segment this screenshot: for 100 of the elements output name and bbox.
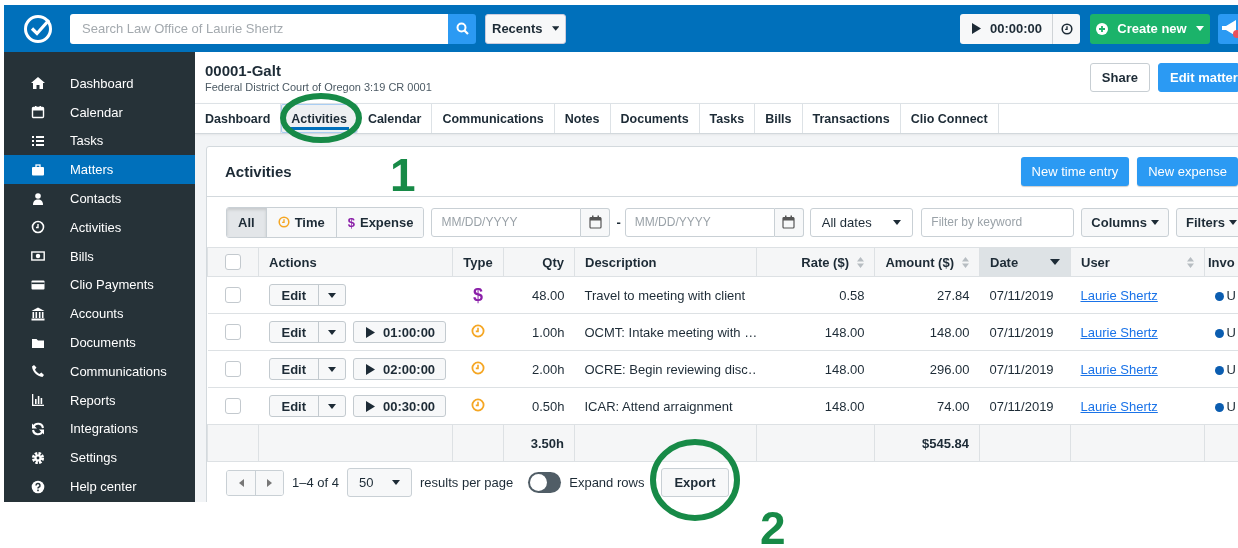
refresh-icon [31, 421, 45, 436]
column-header: Qty [542, 254, 564, 270]
filter-tab[interactable]: $ Expense [336, 207, 424, 237]
clock-icon [277, 216, 290, 228]
tab[interactable]: Tasks [699, 104, 756, 133]
clock-icon [31, 220, 45, 235]
sidebar-item[interactable]: Bills [4, 241, 195, 271]
share-button[interactable]: Share [1089, 63, 1150, 92]
tab[interactable]: Documents [610, 104, 700, 133]
sidebar-item[interactable]: Accounts [4, 299, 195, 329]
column-header: Rate ($) [801, 254, 849, 270]
announcements-button[interactable] [1218, 13, 1238, 44]
caret-icon [328, 329, 337, 335]
user-link[interactable]: Laurie Shertz [1080, 398, 1158, 414]
caret-icon [551, 26, 559, 31]
recents-button[interactable]: Recents [485, 13, 566, 44]
sort-descending-icon [1050, 259, 1060, 265]
sidebar-item[interactable]: Calendar [4, 97, 195, 127]
tab[interactable]: Transactions [802, 104, 901, 133]
logo-icon [23, 13, 53, 44]
clock-icon [471, 323, 485, 338]
column-header: Description [585, 254, 657, 270]
sidebar-item[interactable]: Integrations [4, 414, 195, 444]
tab[interactable]: Clio Connect [900, 104, 999, 133]
status-dot [1214, 402, 1224, 412]
per-page-label: results per page [420, 475, 514, 490]
checkbox[interactable] [225, 398, 241, 415]
page-range: 1–4 of 4 [292, 475, 339, 490]
table-cell: 1.00h [503, 313, 575, 351]
calendar-button[interactable] [774, 207, 804, 237]
calendar-button[interactable] [581, 207, 611, 237]
table-cell: 27.84 [874, 276, 980, 314]
banknote-icon [31, 249, 45, 264]
timer-button[interactable]: 02:00:00 [353, 358, 447, 380]
caret-icon [328, 292, 337, 298]
filter-tab[interactable]: Time [266, 207, 337, 237]
plus-circle-icon [1096, 22, 1109, 35]
play-icon [366, 326, 376, 338]
per-page-select[interactable]: 50 [347, 468, 412, 497]
checkbox[interactable] [225, 254, 241, 271]
tab[interactable]: Communications [432, 104, 555, 133]
date-field[interactable]: MM/DD/YYYY [624, 207, 775, 237]
sidebar-item[interactable]: Settings [4, 443, 195, 473]
sidebar-item[interactable]: Communications [4, 356, 195, 386]
tab[interactable]: Notes [554, 104, 611, 133]
user-link[interactable]: Laurie Shertz [1080, 324, 1158, 340]
sidebar-item[interactable]: Tasks [4, 126, 195, 156]
phone-icon [31, 364, 45, 379]
next-page-button[interactable] [255, 470, 283, 495]
checkbox[interactable] [225, 287, 241, 304]
column-header: Date [990, 254, 1019, 270]
table-cell: Travel to meeting with client [574, 276, 757, 314]
caret-icon [893, 219, 902, 225]
timer-button[interactable]: 00:30:00 [353, 395, 447, 417]
matter-title: 00001-Galt [205, 62, 282, 79]
table-cell: OCMT: Intake meeting with … [574, 313, 757, 351]
tab[interactable]: Bills [755, 104, 803, 133]
columns-button[interactable]: Columns [1081, 207, 1169, 237]
checkbox[interactable] [225, 361, 241, 378]
sidebar-item[interactable]: Reports [4, 385, 195, 415]
sort-icon [1187, 256, 1194, 268]
annotation-number: 2 [760, 505, 786, 548]
checkbox[interactable] [225, 324, 241, 341]
sidebar-item[interactable]: Matters [4, 155, 195, 185]
timer-button[interactable]: 01:00:00 [353, 321, 447, 343]
date-field[interactable]: MM/DD/YYYY [431, 207, 582, 237]
toggle-label: Expand rows [569, 475, 645, 490]
user-link[interactable]: Laurie Shertz [1080, 361, 1158, 377]
status-text: U [1226, 324, 1236, 340]
sidebar-item[interactable]: Documents [4, 328, 195, 357]
table-cell: 0.50h [503, 387, 575, 425]
search-icon [455, 22, 469, 35]
status-dot [1214, 365, 1224, 375]
sidebar-item[interactable]: Contacts [4, 184, 195, 213]
panel-title: Activities [225, 163, 292, 180]
sidebar-item[interactable]: Activities [4, 213, 195, 242]
previous-page-button[interactable] [227, 470, 255, 495]
sidebar-item[interactable]: Help center [4, 472, 195, 501]
sort-icon [962, 256, 969, 268]
table-cell: 148.00 [874, 313, 980, 351]
search-button[interactable] [448, 13, 476, 44]
sidebar-item[interactable]: Clio Payments [4, 270, 195, 300]
expense-type-symbol: $ [473, 284, 483, 305]
toggle-switch[interactable] [528, 472, 562, 493]
range-separator: - [616, 214, 621, 230]
sidebar-item[interactable]: Dashboard [4, 69, 195, 98]
keyword-filter-field[interactable]: Filter by keyword [921, 207, 1075, 237]
date-range-select[interactable]: All dates [809, 207, 914, 237]
home-icon [31, 76, 45, 91]
calendar-icon [31, 105, 45, 120]
filters-button[interactable]: Filters [1176, 207, 1238, 237]
left-caret-icon [238, 478, 244, 487]
status-text: U [1226, 287, 1236, 303]
user-link[interactable]: Laurie Shertz [1080, 287, 1158, 303]
calendar-icon [782, 215, 796, 229]
search-field[interactable]: Search Law Office of Laurie Shertz [70, 13, 448, 44]
caret-icon [1195, 26, 1204, 31]
export-button[interactable]: Export [661, 468, 729, 497]
filter-tab[interactable]: All [227, 207, 267, 237]
tab[interactable]: Calendar [357, 104, 433, 133]
